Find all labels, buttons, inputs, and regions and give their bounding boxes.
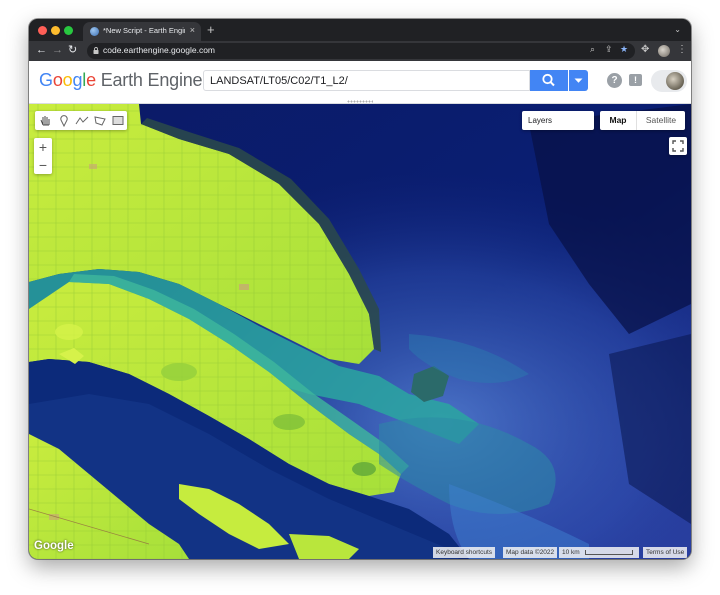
- draw-shape-icon[interactable]: [91, 113, 109, 128]
- map-type-control: Map Satellite: [600, 111, 685, 130]
- reload-icon[interactable]: ↻: [68, 44, 77, 57]
- zoom-out-button[interactable]: −: [34, 156, 52, 174]
- logo-product-name: Earth Engine: [100, 70, 203, 90]
- help-icon[interactable]: ?: [607, 73, 622, 88]
- zoom-window-button[interactable]: [64, 26, 73, 35]
- close-window-button[interactable]: [38, 26, 47, 35]
- url-text: code.earthengine.google.com: [103, 45, 215, 55]
- keyboard-shortcuts-link[interactable]: Keyboard shortcuts: [433, 547, 496, 558]
- feedback-icon[interactable]: !: [629, 74, 642, 86]
- bookmark-star-icon[interactable]: ★: [620, 44, 628, 55]
- map-data-attribution: Map data ©2022: [503, 547, 558, 558]
- logo-letter: e: [86, 70, 96, 90]
- drawing-tools: [35, 111, 127, 130]
- map-view[interactable]: + − Layers Map Satellite Google Keyboard…: [29, 104, 691, 559]
- logo-letter: o: [52, 70, 63, 90]
- google-earth-engine-logo[interactable]: Google Earth Engine: [39, 70, 203, 91]
- address-bar[interactable]: code.earthengine.google.com ⌕ ⇪ ★: [87, 43, 635, 59]
- avatar: [666, 72, 684, 90]
- tab-search-chevron-icon[interactable]: ⌄: [674, 25, 681, 34]
- map-type-satellite-button[interactable]: Satellite: [637, 111, 685, 130]
- terms-of-use-link[interactable]: Terms of Use: [643, 547, 688, 558]
- search-dropdown-button[interactable]: [569, 70, 588, 91]
- tab-title: *New Script - Earth Engine Co: [103, 26, 185, 35]
- zoom-control: + −: [34, 138, 52, 174]
- search-input[interactable]: [204, 71, 529, 91]
- scale-bar: [585, 550, 633, 555]
- browser-tab[interactable]: *New Script - Earth Engine Co ×: [83, 22, 201, 41]
- tab-close-icon[interactable]: ×: [190, 25, 195, 35]
- zoom-magnifier-icon[interactable]: ⌕: [590, 44, 595, 55]
- logo-letter: o: [62, 70, 73, 90]
- zoom-in-button[interactable]: +: [34, 138, 52, 156]
- share-icon[interactable]: ⇪: [605, 44, 613, 55]
- satellite-imagery: [29, 104, 691, 559]
- logo-letter: G: [39, 70, 53, 90]
- search-icon: [542, 73, 555, 87]
- google-map-logo: Google: [34, 540, 74, 552]
- logo-letter: g: [72, 70, 83, 90]
- draw-rectangle-icon[interactable]: [109, 113, 127, 128]
- scale-label: 10 km: [562, 549, 580, 556]
- minimize-window-button[interactable]: [51, 26, 60, 35]
- browser-toolbar: ← → ↻ code.earthengine.google.com ⌕ ⇪ ★ …: [29, 41, 691, 61]
- browser-window: *New Script - Earth Engine Co × + ⌄ ← → …: [29, 19, 691, 559]
- caret-down-icon: [574, 78, 583, 83]
- new-tab-button[interactable]: +: [207, 23, 215, 37]
- draw-line-icon[interactable]: [73, 113, 91, 128]
- extensions-puzzle-icon[interactable]: ✥: [641, 44, 649, 55]
- forward-arrow-icon[interactable]: →: [52, 44, 63, 57]
- layers-button[interactable]: Layers: [522, 111, 594, 130]
- earth-engine-favicon-icon: [90, 27, 99, 36]
- ee-header: Google Earth Engine ? !: [29, 61, 691, 104]
- back-arrow-icon[interactable]: ←: [36, 44, 47, 57]
- profile-avatar[interactable]: [658, 45, 670, 57]
- tab-strip: *New Script - Earth Engine Co × + ⌄: [29, 19, 691, 41]
- fullscreen-button[interactable]: [669, 137, 687, 155]
- scale-indicator[interactable]: 10 km: [559, 547, 639, 558]
- search-button[interactable]: [530, 70, 568, 91]
- browser-menu-icon[interactable]: ⋮: [677, 44, 687, 55]
- map-type-map-button[interactable]: Map: [600, 111, 637, 130]
- pan-hand-icon[interactable]: [37, 113, 55, 128]
- search-field[interactable]: [203, 70, 530, 91]
- panel-resize-handle[interactable]: [347, 100, 373, 103]
- account-avatar[interactable]: [651, 70, 687, 92]
- lock-icon: [93, 47, 99, 54]
- add-marker-icon[interactable]: [55, 113, 73, 128]
- fullscreen-icon: [672, 140, 684, 152]
